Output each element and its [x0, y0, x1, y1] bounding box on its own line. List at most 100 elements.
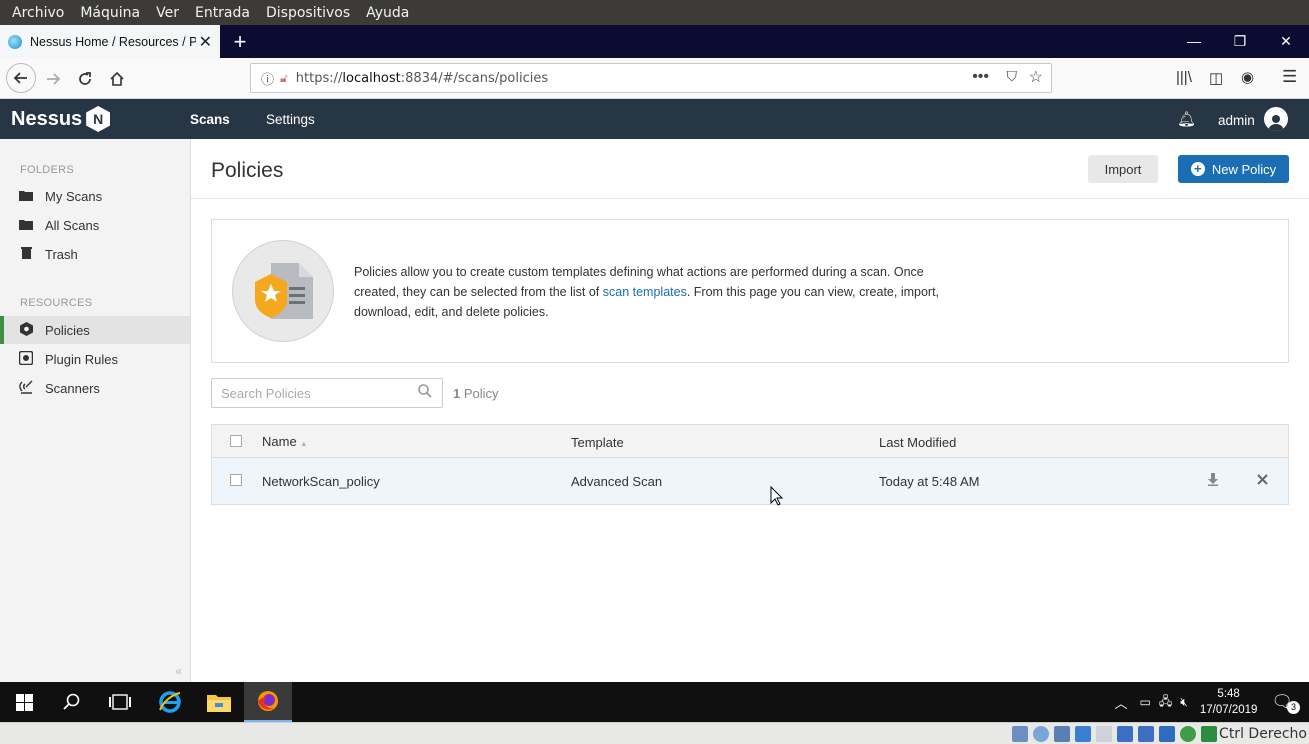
reload-button[interactable]: [72, 66, 98, 92]
sidebar-item-label: Plugin Rules: [45, 351, 118, 367]
vbox-menu-ayuda[interactable]: Ayuda: [366, 5, 409, 21]
close-tab-icon[interactable]: ✕: [199, 32, 212, 52]
new-policy-label: New Policy: [1211, 161, 1277, 177]
policies-info-panel: Policies allow you to create custom temp…: [211, 219, 1289, 363]
info-icon[interactable]: ⓘ: [261, 69, 274, 88]
home-button[interactable]: [104, 66, 130, 92]
sidebar-item-my-scans[interactable]: My Scans: [0, 182, 190, 210]
internet-explorer-icon[interactable]: [146, 682, 194, 722]
restore-icon[interactable]: ❐: [1217, 25, 1263, 58]
minimize-icon[interactable]: —: [1171, 25, 1217, 58]
sidebar-item-policies[interactable]: Policies: [0, 316, 190, 344]
user-avatar-icon[interactable]: [1264, 107, 1288, 131]
policy-last-modified: Today at 5:48 AM: [879, 474, 980, 489]
delete-icon[interactable]: [1257, 473, 1268, 488]
url-bar[interactable]: ⓘ 🔓︎ https://localhost:8834/#/scans/poli…: [250, 63, 1052, 93]
sidebar-item-trash[interactable]: Trash: [0, 240, 190, 268]
table-row[interactable]: NetworkScan_policy Advanced Scan Today a…: [211, 458, 1289, 505]
nav-settings[interactable]: Settings: [266, 112, 315, 127]
vt-x-icon[interactable]: [1180, 726, 1196, 742]
nessus-favicon-icon: [8, 34, 22, 49]
bell-icon[interactable]: 🔔︎: [1177, 110, 1196, 128]
start-button[interactable]: [0, 682, 48, 722]
search-policies-field[interactable]: [211, 378, 443, 408]
hamburger-menu-icon[interactable]: ☰: [1282, 67, 1297, 87]
nav-scans[interactable]: Scans: [190, 112, 230, 127]
search-taskbar-icon[interactable]: [48, 682, 96, 722]
shared-folders-icon[interactable]: [1117, 726, 1133, 742]
windows-taskbar: ︿ ▭ 🖧︎ 🔇︎ 5:48 17/07/2019 🗨︎ 3: [0, 682, 1309, 722]
volume-muted-icon[interactable]: 🔇︎: [1180, 695, 1188, 710]
column-template[interactable]: Template: [571, 435, 624, 450]
sidebar-item-scanners[interactable]: Scanners: [0, 374, 190, 402]
select-all-checkbox[interactable]: [230, 435, 242, 447]
mouse-integration-icon[interactable]: [1201, 726, 1217, 742]
account-icon[interactable]: ◉: [1241, 68, 1254, 86]
new-policy-button[interactable]: + New Policy: [1178, 155, 1289, 183]
user-name[interactable]: admin: [1218, 113, 1255, 128]
sidebar-toggle-icon[interactable]: ◫: [1209, 69, 1223, 87]
network-icon[interactable]: 🖧︎: [1159, 692, 1172, 713]
table-header: Name ▲ Template Last Modified: [211, 424, 1289, 458]
task-view-icon[interactable]: [96, 682, 144, 722]
forward-button[interactable]: [40, 66, 66, 92]
back-arrow-icon: [13, 72, 27, 84]
sort-asc-icon: ▲: [300, 441, 308, 448]
notification-count: 3: [1287, 701, 1300, 714]
folder-icon: [18, 218, 34, 233]
logo-text: Nessus: [11, 107, 83, 130]
page-actions-icon[interactable]: •••: [972, 68, 989, 86]
vbox-menu-entrada[interactable]: Entrada: [195, 5, 250, 21]
sidebar-item-label: All Scans: [45, 217, 100, 233]
firefox-taskbar-icon[interactable]: [244, 682, 292, 722]
back-button[interactable]: [6, 63, 36, 93]
search-input[interactable]: [212, 379, 402, 407]
hdd-icon[interactable]: [1012, 726, 1028, 742]
pocket-icon[interactable]: ⛉: [1007, 68, 1018, 85]
nessus-logo[interactable]: Nessus N: [11, 106, 111, 132]
logo-badge: N: [86, 106, 111, 132]
sidebar-item-label: Policies: [45, 322, 90, 338]
column-name[interactable]: Name ▲: [262, 434, 307, 449]
clock[interactable]: 5:48 17/07/2019: [1200, 686, 1258, 718]
policy-illustration-icon: [232, 240, 334, 342]
sidebar-item-all-scans[interactable]: All Scans: [0, 211, 190, 239]
download-icon[interactable]: [1208, 473, 1218, 489]
vbox-menu-archivo[interactable]: Archivo: [12, 5, 64, 21]
usb-icon[interactable]: [1096, 726, 1112, 742]
import-button[interactable]: Import: [1088, 155, 1158, 183]
vbox-menu-maquina[interactable]: Máquina: [80, 5, 140, 21]
notifications-icon[interactable]: 🗨︎ 3: [1271, 692, 1300, 714]
row-checkbox[interactable]: [230, 474, 242, 486]
close-window-icon[interactable]: ✕: [1263, 25, 1309, 58]
system-tray: ︿ ▭ 🖧︎ 🔇︎ 5:48 17/07/2019 🗨︎ 3: [1115, 682, 1309, 722]
policy-name[interactable]: NetworkScan_policy: [262, 474, 380, 489]
audio-icon[interactable]: [1054, 726, 1070, 742]
power-icon[interactable]: ▭: [1140, 695, 1151, 709]
display-icon[interactable]: [1138, 726, 1154, 742]
sidebar-item-plugin-rules[interactable]: Plugin Rules: [0, 345, 190, 373]
tab-title: Nessus Home / Resources / Po: [30, 34, 196, 49]
vbox-status-icons: [1012, 726, 1217, 742]
bookmark-star-icon[interactable]: ☆: [1029, 67, 1043, 87]
clock-date: 17/07/2019: [1199, 704, 1258, 716]
sidebar-item-label: My Scans: [45, 188, 103, 204]
vbox-menu-bar: Archivo Máquina Ver Entrada Dispositivos…: [0, 0, 1309, 25]
search-icon[interactable]: [418, 384, 432, 401]
home-icon: [110, 71, 124, 86]
vbox-status-bar: Ctrl Derecho: [0, 722, 1309, 744]
network-adapter-icon[interactable]: [1075, 726, 1091, 742]
library-icon[interactable]: |||\: [1176, 69, 1192, 86]
vbox-menu-ver[interactable]: Ver: [156, 5, 179, 21]
collapse-sidebar-icon[interactable]: «: [175, 664, 182, 678]
new-tab-button[interactable]: +: [220, 25, 260, 58]
insecure-lock-icon[interactable]: 🔓︎: [280, 71, 288, 86]
vbox-menu-dispositivos[interactable]: Dispositivos: [266, 5, 350, 21]
optical-drive-icon[interactable]: [1033, 726, 1049, 742]
scan-templates-link[interactable]: scan templates: [603, 285, 687, 299]
recording-icon[interactable]: [1159, 726, 1175, 742]
browser-tab[interactable]: Nessus Home / Resources / Po ✕: [0, 25, 220, 58]
column-last-modified[interactable]: Last Modified: [879, 435, 956, 450]
show-hidden-icons-icon[interactable]: ︿: [1115, 693, 1128, 712]
file-explorer-icon[interactable]: [195, 682, 243, 722]
